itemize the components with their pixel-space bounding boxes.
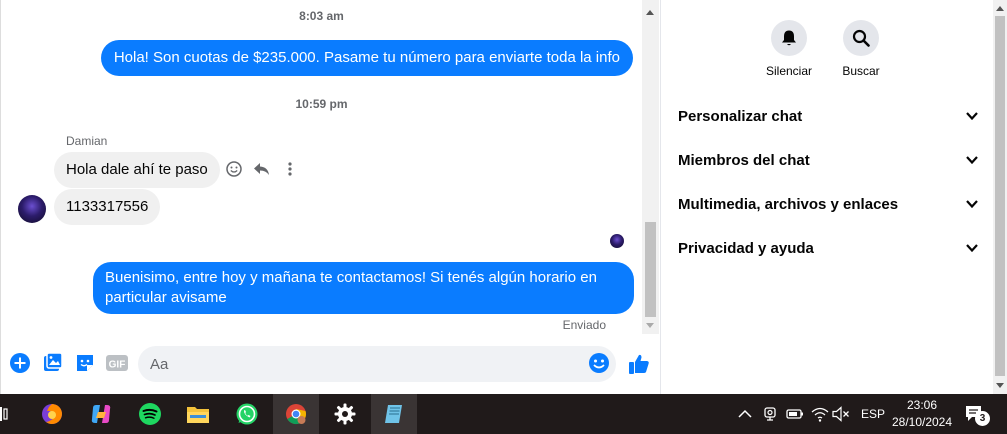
outgoing-message[interactable]: Hola! Son cuotas de $235.000. Pasame tu …	[100, 40, 633, 76]
search-label: Buscar	[842, 64, 880, 78]
section-label: Personalizar chat	[678, 107, 803, 125]
tray-overflow-chevron-icon[interactable]	[738, 394, 752, 434]
clock-date: 28/10/2024	[891, 415, 953, 429]
incoming-message[interactable]: 1133317556	[54, 189, 161, 225]
outgoing-message[interactable]: Buenisimo, entre hoy y mañana te contact…	[93, 262, 634, 314]
chat-scrollbar[interactable]	[642, 0, 659, 334]
scroll-down-arrow-icon[interactable]	[996, 383, 1004, 388]
timestamp: 10:59 pm	[295, 97, 348, 111]
contact-avatar[interactable]	[18, 195, 46, 223]
clock-time: 23:06	[906, 398, 938, 412]
emoji-icon[interactable]	[588, 352, 610, 374]
svg-text:GIF: GIF	[109, 360, 126, 371]
chat-info-pane: Silenciar Buscar Personalizar chat Miemb…	[660, 0, 1007, 394]
scroll-up-arrow-icon[interactable]	[646, 10, 654, 15]
settings-icon[interactable]	[322, 394, 368, 434]
section-privacy-help[interactable]: Privacidad y ayuda	[678, 236, 978, 260]
like-icon[interactable]	[627, 352, 651, 374]
mute-label: Silenciar	[765, 64, 813, 78]
notifications-icon[interactable]: 3	[964, 394, 990, 434]
scroll-thumb[interactable]	[995, 16, 1005, 376]
timestamp: 8:03 am	[299, 9, 344, 23]
sticker-icon[interactable]	[74, 352, 96, 374]
section-label: Privacidad y ayuda	[678, 239, 814, 257]
info-scrollbar[interactable]	[993, 0, 1007, 394]
section-label: Miembros del chat	[678, 151, 810, 169]
more-options-icon[interactable]	[281, 160, 299, 178]
mute-action[interactable]: Silenciar	[749, 20, 829, 78]
message-actions	[225, 160, 299, 178]
copilot-icon[interactable]	[78, 394, 124, 434]
section-customize-chat[interactable]: Personalizar chat	[678, 104, 978, 128]
section-label: Multimedia, archivos y enlaces	[678, 195, 899, 213]
message-input-box[interactable]	[138, 346, 616, 382]
chevron-down-icon	[966, 244, 978, 252]
reply-icon[interactable]	[253, 160, 271, 178]
section-chat-members[interactable]: Miembros del chat	[678, 148, 978, 172]
firefox-icon[interactable]	[29, 394, 75, 434]
taskbar: ESP 23:06 28/10/2024 3	[0, 394, 1007, 434]
chat-pane: 8:03 am Hola! Son cuotas de $235.000. Pa…	[0, 0, 660, 394]
battery-icon[interactable]	[786, 394, 804, 434]
scroll-up-arrow-icon[interactable]	[996, 6, 1004, 11]
search-action[interactable]: Buscar	[821, 20, 901, 78]
bell-icon[interactable]	[771, 20, 807, 56]
language-indicator[interactable]: ESP	[861, 394, 885, 434]
gif-icon[interactable]: GIF	[105, 352, 129, 374]
search-icon[interactable]	[843, 20, 879, 56]
chevron-down-icon	[966, 112, 978, 120]
section-media-files-links[interactable]: Multimedia, archivos y enlaces	[678, 192, 978, 216]
system-clock[interactable]: 23:06 28/10/2024	[888, 397, 956, 431]
task-view-icon[interactable]	[0, 394, 16, 434]
notification-count-badge: 3	[975, 411, 990, 426]
composer: GIF	[1, 340, 661, 390]
chrome-icon[interactable]	[273, 394, 319, 434]
file-explorer-icon[interactable]	[175, 394, 221, 434]
spotify-icon[interactable]	[127, 394, 173, 434]
chevron-down-icon	[966, 200, 978, 208]
webcam-icon[interactable]	[762, 394, 778, 434]
image-icon[interactable]	[42, 352, 64, 374]
notepad-icon[interactable]	[371, 394, 417, 434]
message-input[interactable]	[150, 354, 580, 374]
scroll-down-arrow-icon[interactable]	[646, 323, 654, 328]
sender-name: Damian	[66, 134, 108, 148]
read-receipt-avatar	[610, 234, 624, 248]
scroll-thumb[interactable]	[645, 222, 656, 317]
react-emoji-icon[interactable]	[225, 160, 243, 178]
message-status: Enviado	[562, 318, 606, 332]
plus-icon[interactable]	[9, 352, 31, 374]
volume-muted-icon[interactable]	[832, 394, 850, 434]
wifi-icon[interactable]	[811, 394, 829, 434]
chevron-down-icon	[966, 156, 978, 164]
whatsapp-icon[interactable]	[224, 394, 270, 434]
message-list[interactable]: 8:03 am Hola! Son cuotas de $235.000. Pa…	[1, 0, 642, 334]
incoming-message[interactable]: Hola dale ahí te paso	[54, 152, 220, 188]
